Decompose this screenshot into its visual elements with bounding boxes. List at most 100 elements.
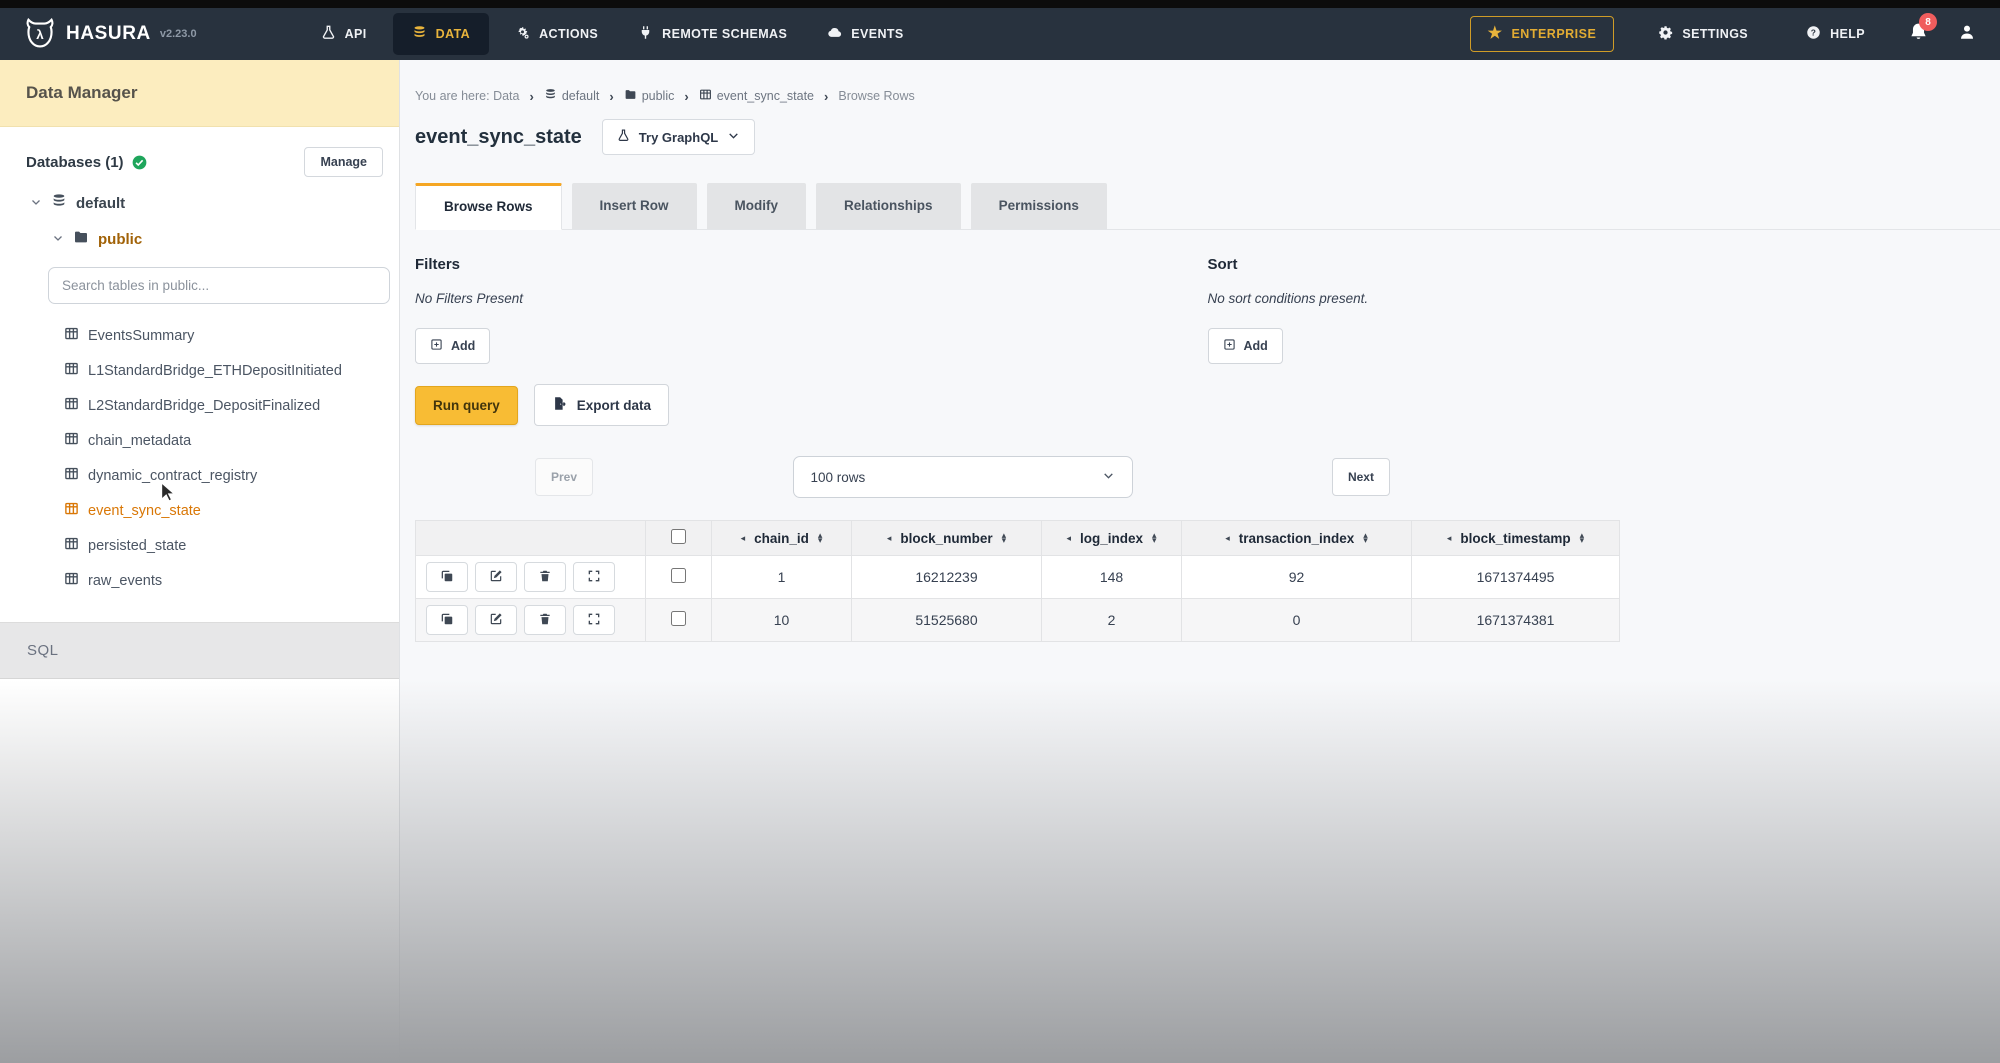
top-navbar: λ HASURA v2.23.0 API DATA ACTIONS REMOTE… [0, 8, 2000, 60]
nav-item-api[interactable]: API [307, 14, 381, 54]
delete-row-button[interactable] [524, 605, 566, 635]
breadcrumb-separator: › [684, 89, 688, 104]
rows-per-page-select[interactable]: 100 rows [793, 456, 1133, 498]
freeze-column-icon[interactable]: ◂ [1225, 533, 1230, 544]
app-body: Data Manager Databases (1) Manage defaul… [0, 60, 2000, 1063]
column-header-log-index[interactable]: ◂log_index▴▾ [1042, 521, 1182, 556]
manage-button[interactable]: Manage [304, 147, 383, 177]
sort-column: Sort No sort conditions present. Add [1208, 256, 2000, 364]
delete-row-button[interactable] [524, 562, 566, 592]
breadcrumb-database[interactable]: default [544, 88, 600, 104]
nav-item-remote-schemas[interactable]: REMOTE SCHEMAS [624, 14, 801, 54]
column-name: chain_id [754, 531, 809, 546]
tab-permissions[interactable]: Permissions [971, 183, 1107, 229]
user-menu-button[interactable] [1958, 23, 1976, 46]
tab-modify[interactable]: Modify [707, 183, 807, 229]
freeze-column-icon[interactable]: ◂ [1447, 533, 1452, 544]
table-list-item[interactable]: chain_metadata [64, 423, 399, 458]
expand-row-button[interactable] [573, 562, 615, 592]
table-list-item[interactable]: raw_events [64, 563, 399, 598]
filters-column: Filters No Filters Present Add [415, 256, 1208, 364]
help-button[interactable]: ? HELP [1792, 14, 1879, 54]
cell-transaction-index: 92 [1182, 556, 1412, 599]
column-header-transaction-index[interactable]: ◂transaction_index▴▾ [1182, 521, 1412, 556]
cell-log-index: 148 [1042, 556, 1182, 599]
run-query-button[interactable]: Run query [415, 386, 518, 425]
table-list-item[interactable]: L2StandardBridge_DepositFinalized [64, 388, 399, 423]
table-grid-icon [699, 88, 712, 104]
nav-label: DATA [436, 27, 470, 41]
try-graphql-button[interactable]: Try GraphQL [602, 119, 755, 155]
add-sort-button[interactable]: Add [1208, 328, 1283, 364]
table-list-item[interactable]: persisted_state [64, 528, 399, 563]
tab-browse-rows[interactable]: Browse Rows [415, 183, 562, 230]
tree-item-database-default[interactable]: default [0, 185, 399, 221]
tab-relationships[interactable]: Relationships [816, 183, 961, 229]
clone-row-button[interactable] [426, 605, 468, 635]
chevron-down-icon[interactable] [52, 231, 64, 248]
column-header-block-timestamp[interactable]: ◂block_timestamp▴▾ [1412, 521, 1620, 556]
breadcrumb-table[interactable]: event_sync_state [699, 88, 814, 104]
rows-per-page-value: 100 rows [811, 470, 866, 485]
freeze-column-icon[interactable]: ◂ [1066, 533, 1071, 544]
select-all-checkbox[interactable] [671, 529, 686, 544]
sort-icon[interactable]: ▴▾ [818, 533, 823, 544]
filters-heading: Filters [415, 256, 1208, 273]
next-page-button[interactable]: Next [1332, 458, 1390, 496]
database-icon [412, 25, 427, 43]
clone-row-button[interactable] [426, 562, 468, 592]
tree-item-schema-public[interactable]: public [0, 221, 399, 257]
check-circle-icon [132, 155, 147, 170]
sort-icon[interactable]: ▴▾ [1580, 533, 1585, 544]
row-checkbox[interactable] [671, 568, 686, 583]
sidebar-section-sql[interactable]: SQL [0, 622, 399, 679]
table-list-item[interactable]: EventsSummary [64, 318, 399, 353]
notifications-button[interactable]: 8 [1909, 22, 1928, 46]
add-filter-button[interactable]: Add [415, 328, 490, 364]
edit-row-button[interactable] [475, 605, 517, 635]
search-tables-input[interactable] [48, 267, 390, 304]
hasura-logo-icon[interactable]: λ [24, 18, 56, 50]
prev-page-button[interactable]: Prev [535, 458, 593, 496]
breadcrumb-page: Browse Rows [838, 89, 914, 103]
nav-item-actions[interactable]: ACTIONS [501, 14, 612, 54]
plus-square-icon [430, 338, 443, 354]
column-header-block-number[interactable]: ◂block_number▴▾ [852, 521, 1042, 556]
nav-item-events[interactable]: EVENTS [813, 14, 917, 54]
sort-icon[interactable]: ▴▾ [1002, 533, 1007, 544]
cell-block-number: 51525680 [852, 599, 1042, 642]
freeze-column-icon[interactable]: ◂ [741, 533, 746, 544]
table-list-item-selected[interactable]: event_sync_state [64, 493, 399, 528]
breadcrumb-prefix[interactable]: You are here: Data [415, 89, 519, 103]
edit-row-button[interactable] [475, 562, 517, 592]
trash-icon [538, 569, 552, 586]
table-list-item[interactable]: dynamic_contract_registry [64, 458, 399, 493]
add-sort-label: Add [1244, 339, 1268, 353]
export-data-button[interactable]: Export data [534, 384, 669, 426]
sort-icon[interactable]: ▴▾ [1152, 533, 1157, 544]
table-name: dynamic_contract_registry [88, 468, 257, 484]
column-header-chain-id[interactable]: ◂ chain_id ▴▾ [712, 521, 852, 556]
row-checkbox[interactable] [671, 611, 686, 626]
try-graphql-label: Try GraphQL [639, 130, 718, 145]
expand-row-button[interactable] [573, 605, 615, 635]
table-name: EventsSummary [88, 328, 194, 344]
sort-icon[interactable]: ▴▾ [1363, 533, 1368, 544]
rows-table: ◂ chain_id ▴▾ ◂block_number▴▾ ◂log_index▴▾… [415, 520, 1620, 642]
user-icon [1958, 28, 1976, 45]
database-icon [544, 88, 557, 104]
freeze-column-icon[interactable]: ◂ [887, 533, 892, 544]
star-icon: ★ [1488, 26, 1503, 42]
table-list-item[interactable]: L1StandardBridge_ETHDepositInitiated [64, 353, 399, 388]
tab-insert-row[interactable]: Insert Row [572, 183, 697, 229]
nav-item-data[interactable]: DATA [393, 13, 489, 55]
title-row: event_sync_state Try GraphQL [415, 119, 2000, 155]
cell-block-number: 16212239 [852, 556, 1042, 599]
chevron-down-icon[interactable] [30, 195, 42, 212]
breadcrumb-schema[interactable]: public [624, 88, 675, 104]
folder-icon [73, 229, 89, 249]
enterprise-button[interactable]: ★ ENTERPRISE [1470, 16, 1615, 52]
settings-button[interactable]: SETTINGS [1644, 14, 1762, 54]
breadcrumb-separator: › [529, 89, 533, 104]
table-grid-icon [64, 466, 79, 485]
